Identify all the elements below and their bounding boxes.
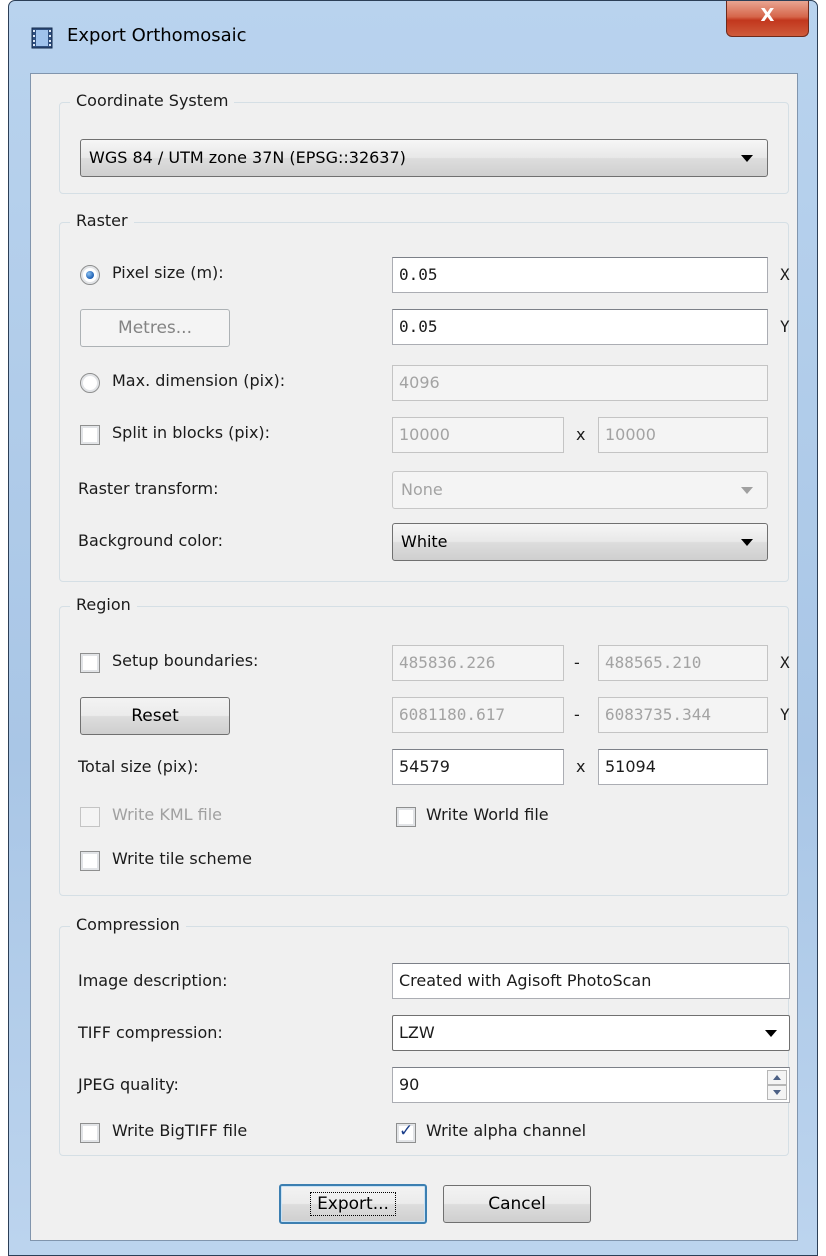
max-dimension-input[interactable]: 4096 <box>392 365 768 401</box>
pixel-size-y-input[interactable]: 0.05 <box>392 309 768 345</box>
checkmark-icon: ✓ <box>399 1121 414 1141</box>
compression-group: Compression Image description: Created w… <box>59 915 790 1156</box>
raster-group: Raster Pixel size (m): 0.05 X Metres... … <box>59 211 790 582</box>
cancel-button[interactable]: Cancel <box>443 1185 591 1223</box>
compression-title: Compression <box>70 915 186 934</box>
write-bigtiff-label: Write BigTIFF file <box>112 1121 248 1140</box>
tiff-compression-label: TIFF compression: <box>78 1023 223 1042</box>
axis-y-label: Y <box>780 317 790 336</box>
film-icon <box>31 27 53 49</box>
window-title: Export Orthomosaic <box>67 25 247 46</box>
max-dimension-radio[interactable] <box>80 373 100 393</box>
write-alpha-label: Write alpha channel <box>426 1121 587 1140</box>
axis-x-label: X <box>780 653 790 672</box>
setup-boundaries-label: Setup boundaries: <box>112 651 259 670</box>
region-title: Region <box>70 595 137 614</box>
quality-spinner[interactable] <box>767 1070 787 1100</box>
export-button-label: Export... <box>310 1192 396 1216</box>
background-color-value: White <box>401 532 448 551</box>
x-max-input[interactable]: 488565.210 <box>598 645 768 681</box>
spin-down-icon[interactable] <box>767 1085 787 1100</box>
radio-selected-dot <box>86 271 94 279</box>
write-bigtiff-checkbox[interactable] <box>80 1123 100 1143</box>
raster-transform-select[interactable]: None <box>392 471 768 509</box>
coordinate-system-group: Coordinate System WGS 84 / UTM zone 37N … <box>59 91 789 194</box>
axis-x-label: X <box>780 265 790 284</box>
split-blocks-checkbox[interactable] <box>80 425 100 445</box>
total-size-label: Total size (pix): <box>78 757 199 776</box>
y-range-dash: - <box>574 705 580 724</box>
chevron-down-icon <box>741 487 753 494</box>
spin-up-icon[interactable] <box>767 1070 787 1085</box>
raster-transform-label: Raster transform: <box>78 479 219 498</box>
raster-transform-value: None <box>401 480 443 499</box>
x-min-input[interactable]: 485836.226 <box>392 645 564 681</box>
export-orthomosaic-dialog: Export Orthomosaic X Coordinate System W… <box>8 0 818 1256</box>
tiff-compression-select[interactable]: LZW <box>392 1015 790 1051</box>
write-world-label: Write World file <box>426 805 549 824</box>
background-color-label: Background color: <box>78 531 224 550</box>
y-max-input[interactable]: 6083735.344 <box>598 697 768 733</box>
reset-button[interactable]: Reset <box>80 697 230 735</box>
coordinate-system-select[interactable]: WGS 84 / UTM zone 37N (EPSG::32637) <box>80 139 768 177</box>
split-x-input[interactable]: 10000 <box>392 417 564 453</box>
close-button[interactable]: X <box>726 1 809 37</box>
max-dimension-label: Max. dimension (pix): <box>112 371 286 390</box>
metres-button[interactable]: Metres... <box>80 309 230 347</box>
title-bar: Export Orthomosaic X <box>9 1 817 75</box>
pixel-size-x-input[interactable]: 0.05 <box>392 257 768 293</box>
total-width-input[interactable]: 54579 <box>392 749 564 785</box>
dialog-body: Coordinate System WGS 84 / UTM zone 37N … <box>30 73 798 1241</box>
jpeg-quality-label: JPEG quality: <box>78 1075 179 1094</box>
chevron-down-icon <box>741 539 753 546</box>
write-world-checkbox[interactable] <box>396 807 416 827</box>
image-description-input[interactable]: Created with Agisoft PhotoScan <box>392 963 790 999</box>
image-description-label: Image description: <box>78 971 228 990</box>
jpeg-quality-value: 90 <box>399 1075 420 1094</box>
x-range-dash: - <box>574 653 580 672</box>
split-y-input[interactable]: 10000 <box>598 417 768 453</box>
pixel-size-radio[interactable] <box>80 265 100 285</box>
setup-boundaries-checkbox[interactable] <box>80 653 100 673</box>
y-min-input[interactable]: 6081180.617 <box>392 697 564 733</box>
tiff-compression-value: LZW <box>399 1023 435 1042</box>
background-color-select[interactable]: White <box>392 523 768 561</box>
write-alpha-checkbox[interactable]: ✓ <box>396 1121 416 1143</box>
split-separator: x <box>576 425 586 444</box>
write-kml-checkbox[interactable] <box>80 807 100 827</box>
region-group: Region Setup boundaries: 485836.226 - 48… <box>59 595 790 896</box>
write-tile-scheme-checkbox[interactable] <box>80 851 100 871</box>
export-button[interactable]: Export... <box>279 1184 427 1224</box>
chevron-down-icon <box>741 155 753 162</box>
split-blocks-label: Split in blocks (pix): <box>112 423 271 442</box>
write-tile-scheme-label: Write tile scheme <box>112 849 252 868</box>
axis-y-label: Y <box>780 705 790 724</box>
coordinate-system-title: Coordinate System <box>70 91 235 110</box>
coordinate-system-value: WGS 84 / UTM zone 37N (EPSG::32637) <box>89 148 406 167</box>
jpeg-quality-input[interactable]: 90 <box>392 1067 790 1103</box>
total-height-input[interactable]: 51094 <box>598 749 768 785</box>
chevron-down-icon <box>765 1030 777 1037</box>
total-size-separator: x <box>576 757 586 776</box>
write-kml-label: Write KML file <box>112 805 222 824</box>
pixel-size-label: Pixel size (m): <box>112 263 224 282</box>
raster-title: Raster <box>70 211 134 230</box>
